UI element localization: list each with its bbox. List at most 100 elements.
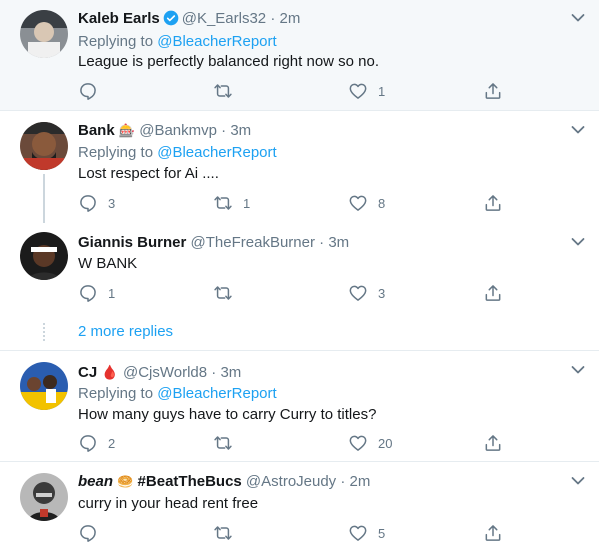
retweet-button[interactable] bbox=[213, 81, 243, 101]
retweet-icon bbox=[213, 81, 233, 101]
share-icon bbox=[483, 81, 503, 101]
reply-icon bbox=[78, 81, 98, 101]
display-name[interactable]: CJ bbox=[78, 364, 97, 381]
avatar[interactable] bbox=[20, 232, 68, 280]
share-icon bbox=[483, 523, 503, 543]
chevron-down-icon[interactable] bbox=[571, 237, 585, 247]
more-replies-row[interactable]: 2 more replies bbox=[0, 313, 599, 351]
more-replies-link[interactable]: 2 more replies bbox=[78, 322, 173, 342]
like-icon bbox=[348, 523, 368, 543]
tweet[interactable]: Kaleb Earls @K_Earls32 · 2m Replying to @… bbox=[0, 0, 599, 111]
separator: · bbox=[221, 122, 227, 139]
tweet-text: How many guys have to carry Curry to tit… bbox=[78, 406, 377, 423]
replying-to: Replying to @BleacherReport bbox=[78, 143, 277, 163]
like-button[interactable]: 3 bbox=[348, 283, 385, 303]
handle[interactable]: @Bankmvp bbox=[139, 122, 217, 139]
like-icon bbox=[348, 433, 368, 453]
tweet-text: curry in your head rent free bbox=[78, 495, 259, 512]
share-icon bbox=[483, 433, 503, 453]
reply-icon bbox=[78, 193, 98, 213]
chevron-down-icon[interactable] bbox=[571, 365, 585, 375]
chevron-down-icon[interactable] bbox=[571, 13, 585, 23]
replying-to-label: Replying to bbox=[78, 385, 154, 402]
separator: · bbox=[270, 10, 276, 27]
replying-to: Replying to @BleacherReport bbox=[78, 384, 277, 404]
display-name[interactable]: Giannis Burner bbox=[78, 234, 186, 251]
like-button[interactable]: 8 bbox=[348, 193, 385, 213]
timestamp[interactable]: 3m bbox=[328, 234, 349, 251]
reply-button[interactable]: 2 bbox=[78, 433, 115, 453]
replying-to-label: Replying to bbox=[78, 144, 154, 161]
retweet-icon bbox=[213, 523, 233, 543]
reply-button[interactable] bbox=[78, 523, 108, 543]
like-button[interactable]: 1 bbox=[348, 81, 385, 101]
avatar[interactable] bbox=[20, 122, 68, 170]
replying-to: Replying to @BleacherReport bbox=[78, 32, 277, 52]
retweet-button[interactable] bbox=[213, 283, 243, 303]
timestamp[interactable]: 2m bbox=[280, 10, 301, 27]
like-count: 1 bbox=[378, 83, 386, 99]
separator: · bbox=[211, 364, 217, 381]
share-button[interactable] bbox=[483, 523, 503, 543]
share-button[interactable] bbox=[483, 433, 503, 453]
handle[interactable]: @AstroJeudy bbox=[246, 473, 336, 490]
tweet[interactable]: bean 🥯 #BeatTheBucs @AstroJeudy · 2m cur… bbox=[0, 462, 599, 551]
retweet-icon bbox=[213, 433, 233, 453]
timestamp[interactable]: 2m bbox=[350, 473, 371, 490]
reply-count: 1 bbox=[108, 285, 116, 301]
retweet-button[interactable] bbox=[213, 523, 243, 543]
like-count: 3 bbox=[378, 285, 386, 301]
display-name[interactable]: Bank bbox=[78, 122, 115, 139]
tweet-text: W BANK bbox=[78, 255, 138, 272]
avatar[interactable] bbox=[20, 10, 68, 58]
tweet[interactable]: CJ 🩸 @CjsWorld8 · 3m Replying to @Bleach… bbox=[0, 351, 599, 462]
share-button[interactable] bbox=[483, 81, 503, 101]
like-count: 20 bbox=[378, 435, 393, 451]
name-emoji: 🎰 bbox=[118, 123, 136, 138]
tweet[interactable]: Giannis Burner @TheFreakBurner · 3m W BA… bbox=[0, 223, 599, 313]
replying-to-link[interactable]: @BleacherReport bbox=[157, 385, 276, 402]
like-count: 8 bbox=[378, 195, 386, 211]
handle[interactable]: @K_Earls32 bbox=[182, 10, 266, 27]
like-count: 5 bbox=[378, 525, 386, 541]
reply-button[interactable] bbox=[78, 81, 108, 101]
handle[interactable]: @TheFreakBurner bbox=[191, 234, 315, 251]
like-icon bbox=[348, 193, 368, 213]
separator: · bbox=[319, 234, 325, 251]
display-name-hashtag: #BeatTheBucs bbox=[137, 473, 242, 490]
display-name[interactable]: Kaleb Earls bbox=[78, 10, 160, 27]
timestamp[interactable]: 3m bbox=[230, 122, 251, 139]
retweet-button[interactable]: 1 bbox=[213, 193, 250, 213]
display-name[interactable]: bean bbox=[78, 473, 113, 490]
like-button[interactable]: 5 bbox=[348, 523, 385, 543]
share-icon bbox=[483, 283, 503, 303]
replying-to-label: Replying to bbox=[78, 33, 154, 50]
tweet[interactable]: Bank 🎰 @Bankmvp · 3m Replying to @Bleach… bbox=[0, 111, 599, 223]
retweet-icon bbox=[213, 193, 233, 213]
reply-icon bbox=[78, 283, 98, 303]
retweet-count: 1 bbox=[243, 195, 251, 211]
chevron-down-icon[interactable] bbox=[571, 125, 585, 135]
verified-badge-icon bbox=[163, 10, 179, 32]
name-emoji: 🩸 bbox=[101, 364, 119, 380]
like-icon bbox=[348, 283, 368, 303]
tweet-text: Lost respect for Ai .... bbox=[78, 165, 219, 182]
avatar[interactable] bbox=[20, 473, 68, 521]
share-button[interactable] bbox=[483, 283, 503, 303]
reply-button[interactable]: 3 bbox=[78, 193, 115, 213]
tweet-text: League is perfectly balanced right now s… bbox=[78, 53, 380, 70]
like-button[interactable]: 20 bbox=[348, 433, 392, 453]
avatar[interactable] bbox=[20, 362, 68, 410]
replying-to-link[interactable]: @BleacherReport bbox=[157, 144, 276, 161]
chevron-down-icon[interactable] bbox=[571, 476, 585, 486]
retweet-icon bbox=[213, 283, 233, 303]
replying-to-link[interactable]: @BleacherReport bbox=[157, 33, 276, 50]
separator: · bbox=[340, 473, 346, 490]
retweet-button[interactable] bbox=[213, 433, 243, 453]
handle[interactable]: @CjsWorld8 bbox=[123, 364, 207, 381]
thread-line bbox=[43, 174, 45, 223]
reply-button[interactable]: 1 bbox=[78, 283, 115, 303]
timestamp[interactable]: 3m bbox=[220, 364, 241, 381]
like-icon bbox=[348, 81, 368, 101]
share-button[interactable] bbox=[483, 193, 503, 213]
